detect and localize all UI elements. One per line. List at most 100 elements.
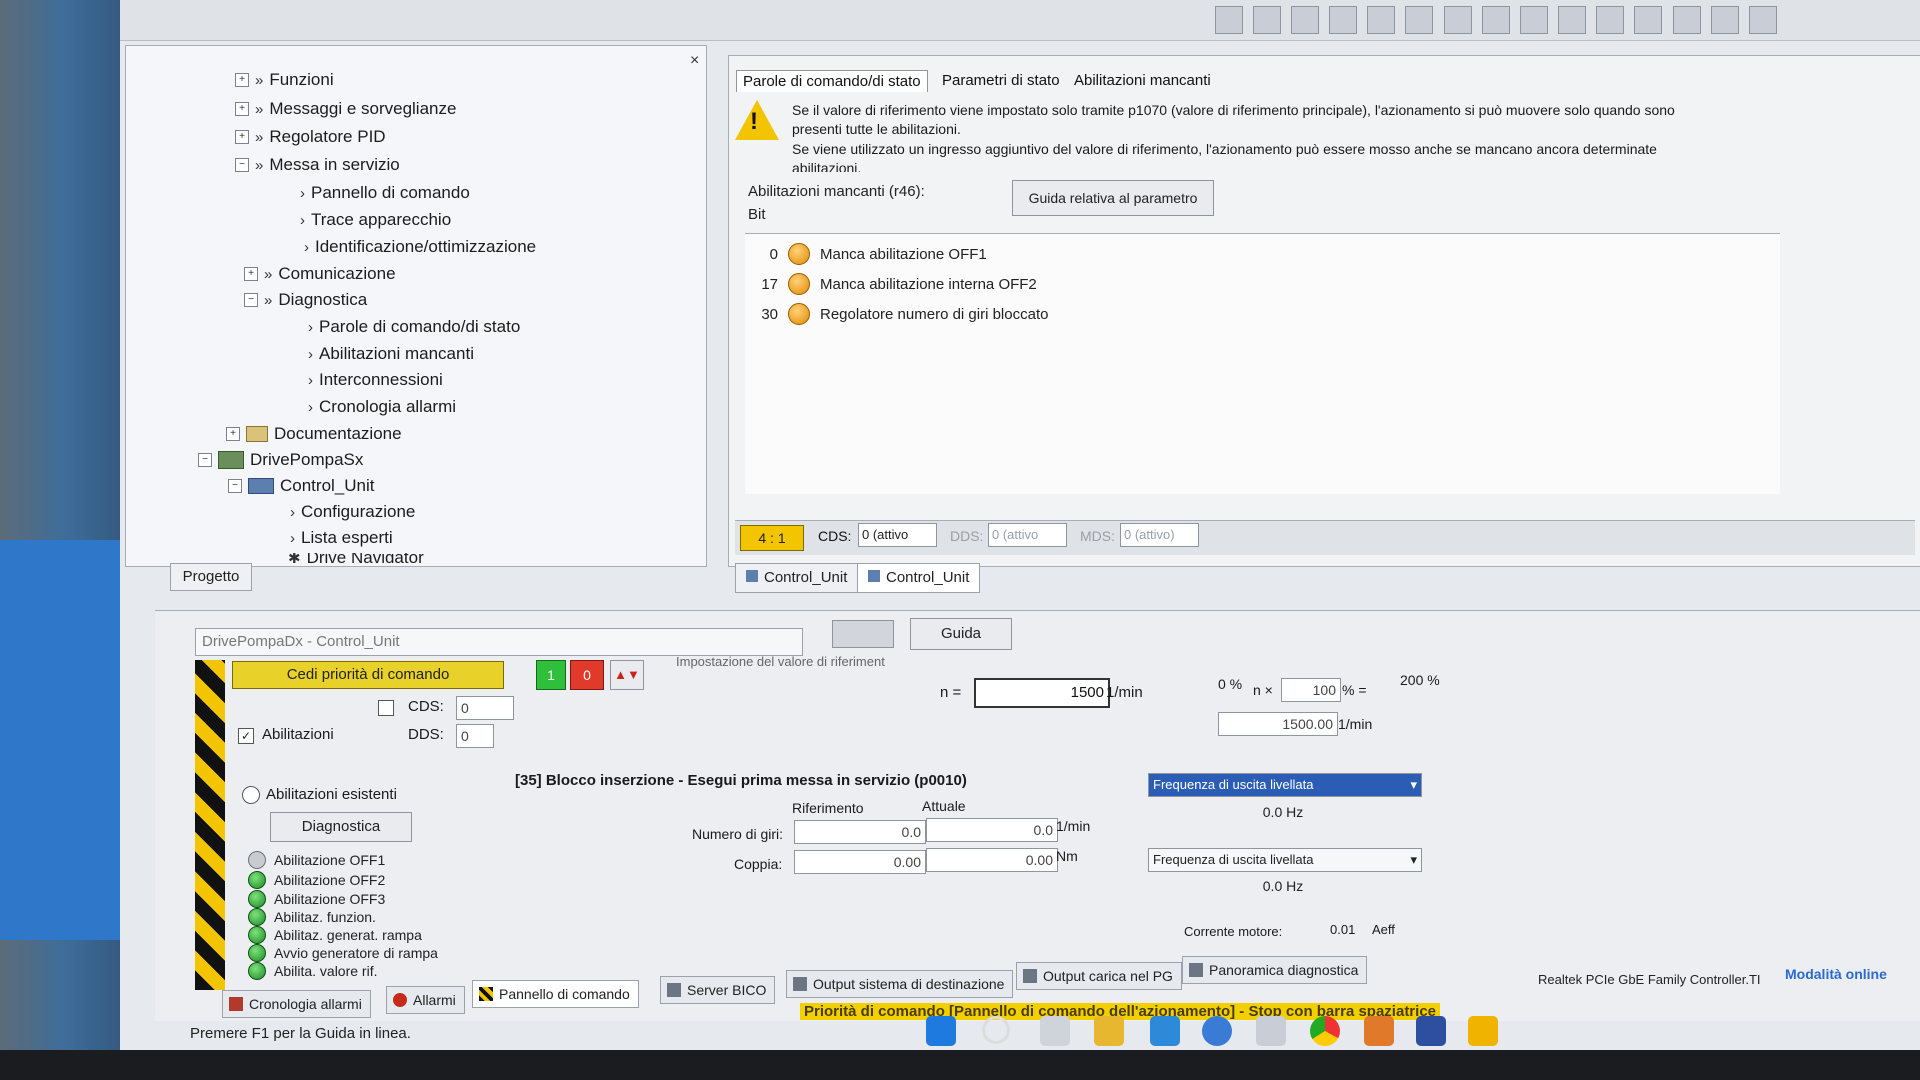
on-button[interactable]: 1 [536,660,566,690]
tab-output-carica[interactable]: Output carica nel PG [1016,962,1182,990]
tree-item-pannello-di-comando[interactable]: › Pannello di comando [300,183,470,203]
monitor-select-2[interactable]: Frequenza di uscita livellata ▾ [1148,848,1422,872]
tab-cronologia-allarmi[interactable]: Cronologia allarmi [222,990,371,1018]
app-icon[interactable] [1364,1016,1394,1046]
dds-select[interactable]: 0 (attivo [988,523,1067,547]
status-led-icon [248,908,266,926]
alarm-history-icon [229,997,243,1011]
tab-panoramica-diagnostica[interactable]: Panoramica diagnostica [1182,956,1368,984]
tab-parametri-di-stato[interactable]: Parametri di stato [936,70,1066,91]
direction-button[interactable]: ▲▼ [610,660,644,690]
toolbar-icon[interactable] [1252,6,1281,34]
status-led-icon [788,273,810,295]
toolbar-icon[interactable] [1596,6,1625,34]
existing-enables-radio[interactable] [242,786,260,804]
toolbar-icon[interactable] [1519,6,1548,34]
tab-output-sistema[interactable]: Output sistema di destinazione [786,970,1014,998]
chevron-right-icon: › [290,529,295,547]
toolbar-icon[interactable] [1443,6,1472,34]
app-icon[interactable] [1256,1016,1286,1046]
tree-item-interconnessioni[interactable]: › Interconnessioni [308,370,443,390]
chevron-down-icon: ▾ [1410,852,1417,867]
dds-field: 0 [456,724,494,748]
tree-item-abilitazioni-mancanti[interactable]: › Abilitazioni mancanti [308,344,474,364]
toolbar-icon[interactable] [1710,6,1739,34]
close-icon[interactable]: × [690,52,699,70]
device-select[interactable]: DrivePompaDx - Control_Unit [195,628,803,656]
tree-item-messa-in-servizio[interactable]: −» Messa in servizio [235,155,400,175]
app-icon[interactable] [1416,1016,1446,1046]
toolbar-icon[interactable] [1405,6,1434,34]
warning-text-line: Se il valore di riferimento viene impost… [792,102,1675,118]
parameter-help-button[interactable]: Guida relativa al parametro [1012,180,1214,216]
cede-priority-button[interactable]: Cedi priorità di comando [232,661,504,689]
tree-item-parole-di-comando[interactable]: › Parole di comando/di stato [308,317,520,337]
collapse-icon[interactable]: − [235,158,249,172]
edge-icon[interactable] [1202,1016,1232,1046]
toolbar-icon[interactable] [1558,6,1587,34]
expand-icon[interactable]: + [244,267,258,281]
task-view-icon[interactable] [1040,1016,1070,1046]
tree-item-drivepompasx[interactable]: − DrivePompaSx [198,450,363,470]
panel-icons[interactable] [832,620,894,648]
tab-pannello-di-comando[interactable]: Pannello di comando [472,980,639,1008]
collapse-icon[interactable]: − [198,453,212,467]
speed-setpoint-input[interactable]: 1500 [974,678,1110,708]
percent-input[interactable]: 100 [1281,678,1341,702]
toolbar-icon[interactable] [1367,6,1396,34]
help-button[interactable]: Guida [910,618,1012,650]
tree-item-documentazione[interactable]: + Documentazione [226,424,402,444]
tab-allarmi[interactable]: Allarmi [386,986,465,1014]
diagnostics-button[interactable]: Diagnostica [270,812,412,842]
tree-item-drive-navigator[interactable]: ✱ Drive Navigator [288,553,424,563]
tree-item-comunicazione[interactable]: + » Comunicazione [244,264,396,284]
collapse-icon[interactable]: − [244,293,258,307]
abilitazioni-checkbox[interactable]: ✓ [238,728,254,744]
tree-item-configurazione[interactable]: › Configurazione [290,502,415,522]
windows-start-icon[interactable] [926,1016,956,1046]
tab-parole-di-comando[interactable]: Parole di comando/di stato [736,70,928,92]
speed-unit: 1/min [1056,818,1091,834]
off-button[interactable]: 0 [570,660,604,690]
monitor-select-1[interactable]: Frequenza di uscita livellata ▾ [1148,773,1422,797]
warning-exclamation: ! [750,108,758,135]
tree-item-lista-esperti[interactable]: › Lista esperti [290,528,393,548]
cds-select[interactable]: 0 (attivo [858,523,937,547]
tab-server-bico[interactable]: Server BICO [660,976,776,1004]
tree-item-control-unit[interactable]: − Control_Unit [228,476,375,496]
toolbar-icon[interactable] [1672,6,1701,34]
tab-control-unit-2[interactable]: Control_Unit [857,563,981,593]
tab-control-unit-1[interactable]: Control_Unit [735,563,859,593]
tab-abilitazioni-mancanti[interactable]: Abilitazioni mancanti [1068,70,1217,91]
cds-field[interactable]: 0 [456,696,514,720]
toolbar-icon[interactable] [1329,6,1358,34]
tab-label: Cronologia allarmi [249,996,362,1012]
toolbar-icon[interactable] [1214,6,1243,34]
app-icon[interactable] [1468,1016,1498,1046]
expand-icon[interactable]: + [226,427,240,441]
toolbar-icon[interactable] [1290,6,1319,34]
toolbar-icon[interactable] [1634,6,1663,34]
file-explorer-icon[interactable] [1094,1016,1124,1046]
collapse-icon[interactable]: − [228,479,242,493]
tree-item-label: Identificazione/ottimizzazione [315,237,537,256]
tree-item-trace-apparecchio[interactable]: › Trace apparecchio [300,210,451,230]
warning-text-line: abilitazioni. [792,160,862,172]
tree-item-cronologia-allarmi[interactable]: › Cronologia allarmi [308,397,456,417]
cds-checkbox[interactable] [378,700,394,716]
expand-icon[interactable]: + [235,73,249,87]
app-icon[interactable] [1150,1016,1180,1046]
tree-item-diagnostica[interactable]: −» Diagnostica [244,290,367,310]
tree-item-identificazione[interactable]: › Identificazione/ottimizzazione [304,237,536,257]
chrome-icon[interactable] [1310,1016,1340,1046]
tab-progetto[interactable]: Progetto [170,563,252,591]
tree-item-messaggi[interactable]: + » Messaggi e sorveglianze [235,99,456,119]
tab-label: Control_Unit [764,569,848,586]
search-icon[interactable] [982,1016,1010,1044]
expand-icon[interactable]: + [235,102,249,116]
toolbar-icon[interactable] [1749,6,1777,34]
toolbar-icon[interactable] [1481,6,1510,34]
tree-item-regolatore-pid[interactable]: + » Regolatore PID [235,127,386,147]
tree-item-funzioni[interactable]: + » Funzioni [235,70,334,90]
expand-icon[interactable]: + [235,130,249,144]
